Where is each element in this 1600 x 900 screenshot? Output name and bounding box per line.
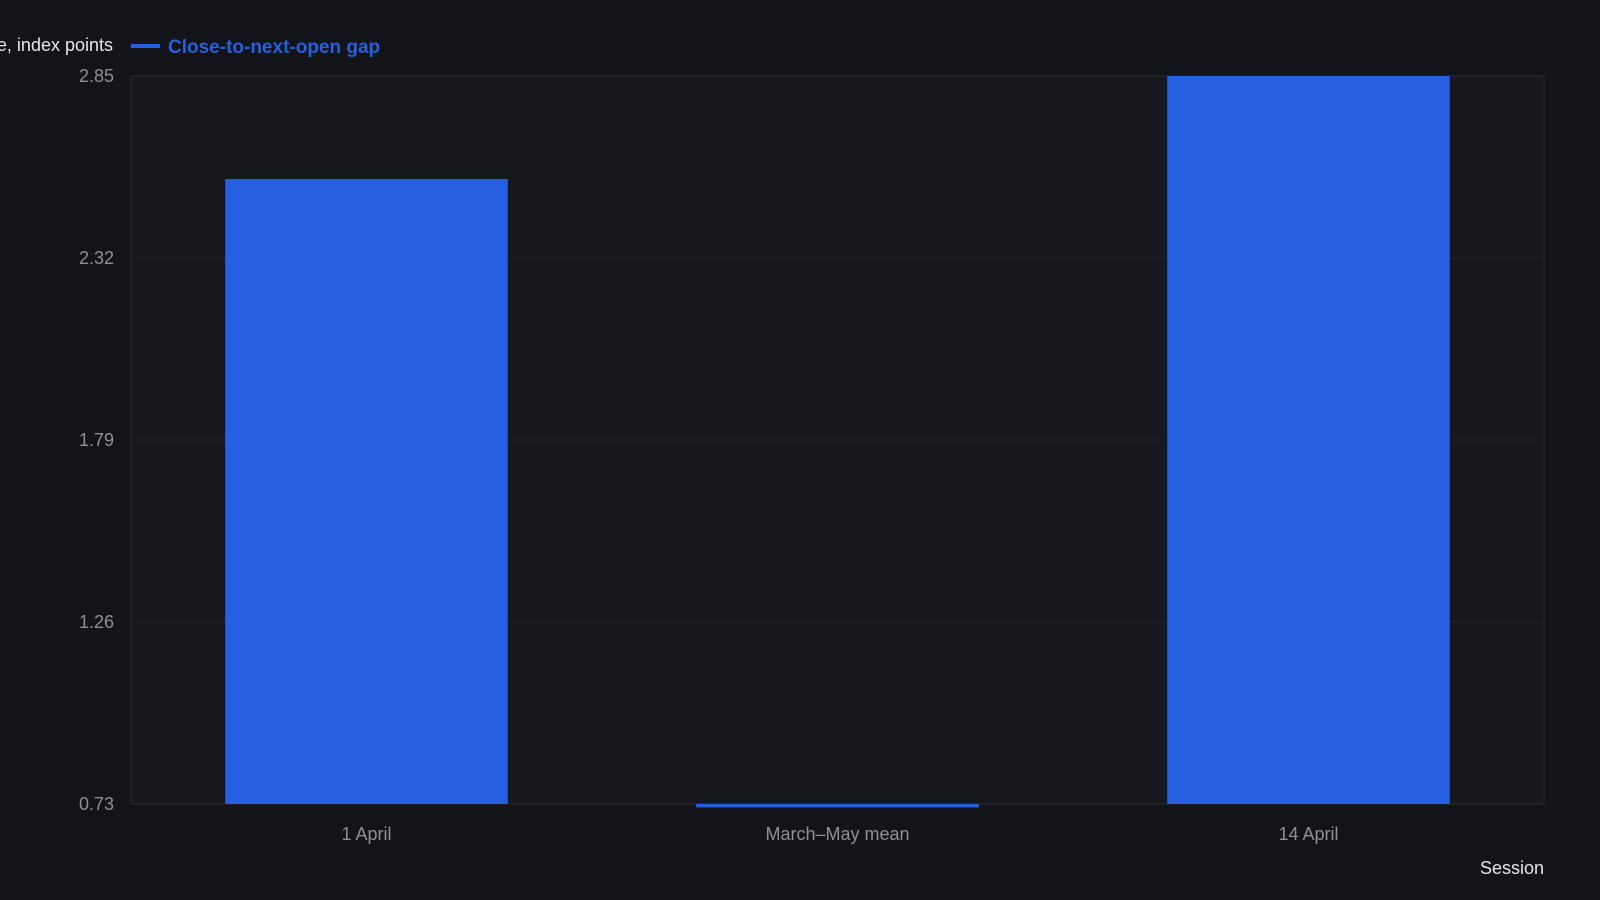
y-tick-label: 1.26 bbox=[79, 612, 114, 632]
y-tick-label: 2.32 bbox=[79, 248, 114, 268]
x-tick-label: 1 April bbox=[341, 824, 391, 844]
y-tick-label: 2.85 bbox=[79, 66, 114, 86]
legend-label: Close-to-next-open gap bbox=[168, 37, 380, 58]
y-tick-label: 1.79 bbox=[79, 430, 114, 450]
chart-root: 0.73 1.26 1.79 2.32 2.85 1 April March–May me… bbox=[0, 0, 1600, 900]
x-tick-label: March–May mean bbox=[765, 824, 909, 844]
x-tick-label: 14 April bbox=[1278, 824, 1338, 844]
y-tick-label: 0.73 bbox=[79, 794, 114, 814]
bar-march-may-mean[interactable] bbox=[696, 804, 979, 808]
x-axis-label: Session bbox=[1480, 858, 1544, 878]
bar-14-april[interactable] bbox=[1167, 76, 1450, 804]
bar-chart: 0.73 1.26 1.79 2.32 2.85 1 April March–May me… bbox=[0, 0, 1600, 900]
y-axis-label: e, index points bbox=[0, 35, 113, 55]
legend[interactable]: Close-to-next-open gap bbox=[131, 37, 380, 58]
bar-1-april[interactable] bbox=[225, 179, 508, 805]
